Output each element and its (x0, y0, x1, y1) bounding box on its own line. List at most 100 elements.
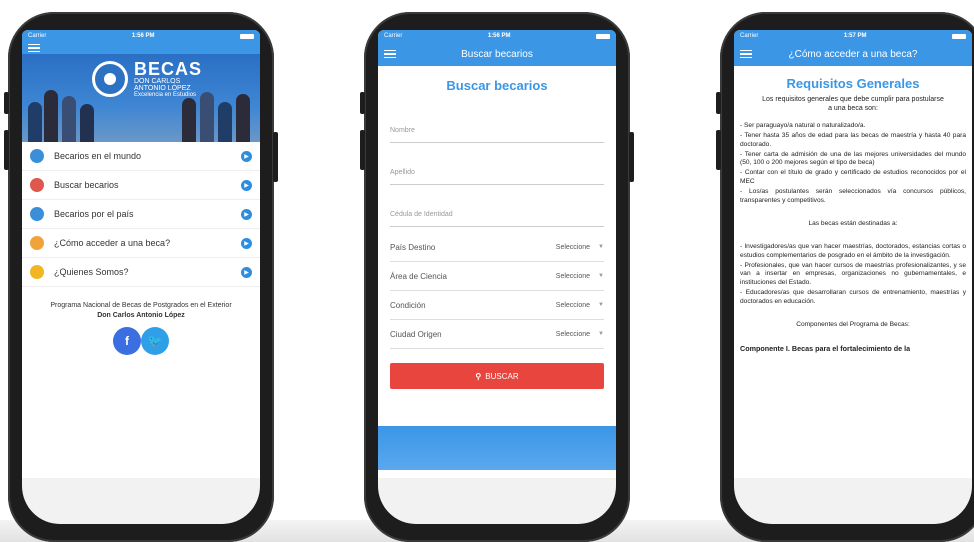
select-label: Condición (390, 300, 426, 310)
chevron-right-icon[interactable]: ▶ (241, 179, 252, 191)
nav-bar: ¿Cómo acceder a una beca? (734, 42, 972, 66)
program-footer: Programa Nacional de Becas de Postgrados… (22, 301, 260, 321)
select-area-ciencia[interactable]: Área de Ciencia Seleccione ▼ (390, 262, 604, 291)
globe-icon (30, 149, 44, 163)
select-value: Seleccione (555, 330, 591, 338)
destined-item: - Profesionales, que van hacer cursos de… (740, 261, 966, 287)
people-icon (30, 207, 44, 221)
menu-item-como-acceder[interactable]: ¿Cómo acceder a una beca? ▶ (22, 229, 260, 258)
requirements-text: Los requisitos generales que debe cumpli… (734, 95, 972, 354)
select-value: Seleccione (555, 272, 591, 280)
carrier-label: Carrier (28, 33, 47, 39)
phone-requirements: Carrier 1:57 PM ¿Cómo acceder a una beca… (716, 12, 974, 542)
menu-item-label: ¿Quienes Somos? (54, 267, 129, 277)
hamburger-menu-icon[interactable] (28, 42, 40, 55)
surname-placeholder: Apellido (390, 169, 415, 176)
chevron-right-icon[interactable]: ▶ (241, 150, 252, 162)
carrier-label: Carrier (384, 33, 403, 39)
menu-item-quienes-somos[interactable]: ¿Quienes Somos? ▶ (22, 258, 260, 287)
surname-field[interactable]: Apellido (390, 143, 604, 185)
clock: 1:56 PM (487, 33, 511, 39)
status-bar: Carrier 1:56 PM (22, 30, 260, 42)
component-1: Componente I. Becas para el fortalecimie… (740, 343, 911, 353)
battery-icon (952, 33, 966, 39)
select-ciudad-origen[interactable]: Ciudad Origen Seleccione ▼ (390, 320, 604, 349)
components-title: Componentes del Programa de Becas: (796, 321, 910, 329)
info-icon (30, 265, 44, 279)
search-screen: Carrier 1:56 PM Buscar becarios Buscar b… (378, 30, 616, 486)
requirement-item: - Ser paraguayo/a natural o naturalizado… (740, 121, 866, 129)
twitter-icon[interactable]: 🐦 (141, 326, 169, 355)
requirement-item: - Tener hasta 35 años de edad para las b… (740, 131, 966, 148)
phone-chin (378, 478, 616, 524)
destined-title: Las becas están destinadas a: (808, 219, 898, 227)
chevron-right-icon[interactable]: ▶ (241, 266, 252, 278)
logo-emblem-icon (92, 61, 128, 97)
menu-item-becarios-mundo[interactable]: Becarios en el mundo ▶ (22, 142, 260, 171)
chevron-down-icon: ▼ (598, 331, 604, 337)
requirements-screen: Carrier 1:57 PM ¿Cómo acceder a una beca… (734, 30, 972, 486)
becas-logo: BECAS DON CARLOS ANTONIO LÓPEZ Excelenci… (92, 60, 202, 98)
id-number-placeholder: Cédula de Identidad (390, 211, 453, 218)
chevron-right-icon[interactable]: ▶ (241, 208, 252, 220)
select-pais-destino[interactable]: País Destino Seleccione ▼ (390, 233, 604, 262)
nav-title: ¿Cómo acceder a una beca? (788, 48, 918, 60)
search-button[interactable]: ⚲ BUSCAR (390, 363, 604, 389)
question-icon (30, 236, 44, 250)
clock: 1:57 PM (843, 33, 867, 39)
menu-item-label: ¿Cómo acceder a una beca? (54, 238, 171, 248)
menu-item-label: Becarios por el país (54, 209, 134, 219)
phone-chin (22, 478, 260, 524)
logo-line-2: DON CARLOS (134, 78, 181, 85)
status-bar: Carrier 1:56 PM (378, 30, 616, 42)
phone-search: Carrier 1:56 PM Buscar becarios Buscar b… (360, 12, 634, 542)
search-people-icon (30, 178, 44, 192)
phone-chin (734, 478, 972, 524)
carrier-label: Carrier (740, 33, 759, 39)
destined-item: - Investigadores/as que van hacer maestr… (740, 242, 966, 259)
logo-tagline: Excelencia en Estudios (134, 92, 197, 98)
chevron-right-icon[interactable]: ▶ (241, 237, 252, 249)
chevron-down-icon: ▼ (598, 244, 604, 250)
home-menu: Becarios en el mundo ▶ Buscar becarios ▶… (22, 142, 260, 287)
requirement-item: - Los/as postulantes serán seleccionados… (740, 188, 966, 204)
select-label: Ciudad Origen (390, 329, 442, 339)
page-title: Buscar becarios (446, 78, 548, 93)
footer-line-1: Programa Nacional de Becas de Postgrados… (50, 302, 232, 309)
intro-text: Los requisitos generales que debe cumpli… (762, 96, 944, 113)
requirement-item: - Tener carta de admisión de una de las … (740, 150, 966, 167)
page-title: Requisitos Generales (786, 76, 920, 91)
select-condicion[interactable]: Condición Seleccione ▼ (390, 291, 604, 320)
footer-line-2: Don Carlos Antonio López (97, 311, 185, 319)
nav-bar: Buscar becarios (378, 42, 616, 66)
destined-item: - Educadores/as que desarrollaran cursos… (740, 289, 966, 306)
chevron-down-icon: ▼ (598, 302, 604, 308)
name-field[interactable]: Nombre (390, 101, 604, 143)
home-screen: Carrier 1:56 PM BECAS DON CARLOS ANTONIO… (22, 30, 260, 486)
search-button-label: BUSCAR (485, 371, 519, 381)
logo-line-3: ANTONIO LÓPEZ (134, 85, 191, 92)
logo-brand: BECAS (134, 59, 203, 79)
bottom-blue-bar (378, 426, 616, 470)
requirement-item: - Contar con el título de grado y certif… (740, 169, 966, 186)
menu-item-buscar-becarios[interactable]: Buscar becarios ▶ (22, 171, 260, 200)
select-value: Seleccione (555, 243, 591, 251)
hero-banner: BECAS DON CARLOS ANTONIO LÓPEZ Excelenci… (22, 54, 260, 142)
select-value: Seleccione (555, 301, 591, 309)
chevron-down-icon: ▼ (598, 273, 604, 279)
battery-icon (240, 33, 254, 39)
phone-home: Carrier 1:56 PM BECAS DON CARLOS ANTONIO… (4, 12, 278, 542)
nav-title: Buscar becarios (461, 48, 533, 60)
menu-item-becarios-pais[interactable]: Becarios por el país ▶ (22, 200, 260, 229)
battery-icon (596, 33, 610, 39)
search-icon: ⚲ (475, 371, 482, 381)
clock: 1:56 PM (131, 33, 155, 39)
menu-item-label: Buscar becarios (54, 180, 119, 190)
name-placeholder: Nombre (390, 127, 415, 134)
facebook-icon[interactable]: f (113, 326, 141, 355)
select-label: Área de Ciencia (390, 271, 447, 281)
social-links: f 🐦 (22, 326, 260, 355)
status-bar: Carrier 1:57 PM (734, 30, 972, 42)
select-label: País Destino (390, 242, 436, 252)
id-number-field[interactable]: Cédula de Identidad (390, 185, 604, 227)
